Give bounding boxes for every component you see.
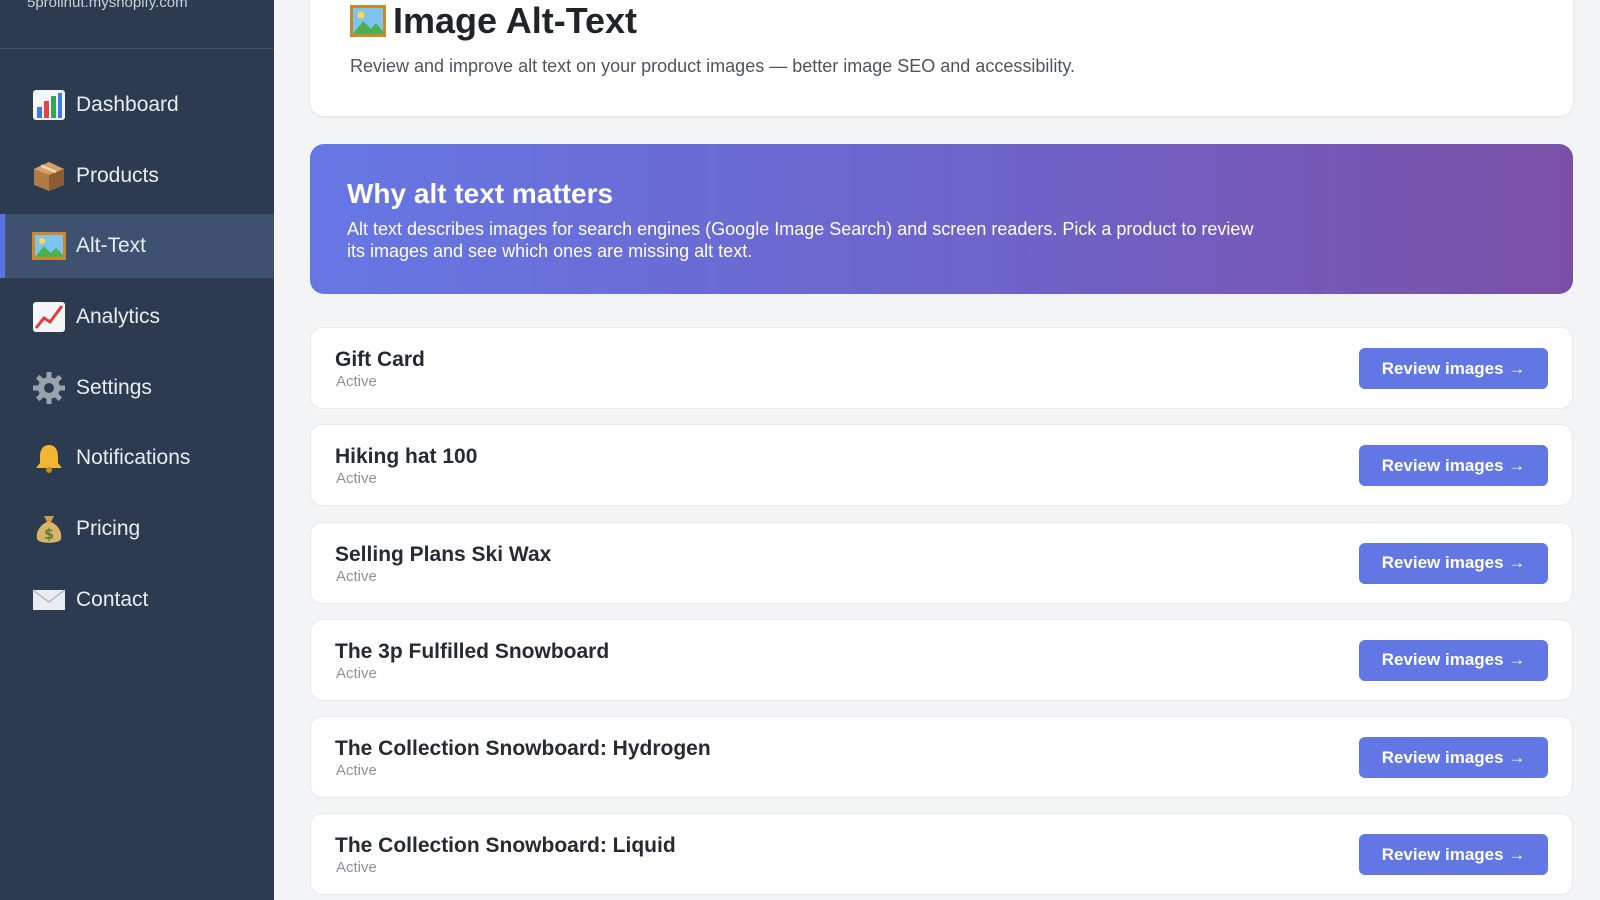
envelope-icon [31, 582, 67, 618]
sidebar-item-label: Dashboard [76, 93, 179, 116]
product-status: Active [336, 567, 377, 585]
product-name: The Collection Snowboard: Hydrogen [335, 737, 711, 761]
review-images-button[interactable]: Review images → [1359, 737, 1548, 779]
product-row: Selling Plans Ski Wax Active Review imag… [310, 521, 1573, 604]
gear-icon [31, 370, 67, 406]
product-name: Hiking hat 100 [335, 445, 478, 469]
review-images-button[interactable]: Review images → [1359, 348, 1548, 389]
bar-chart-icon [31, 87, 67, 123]
sidebar-item-settings[interactable]: Settings [0, 356, 274, 420]
sidebar-item-notifications[interactable]: Notifications [0, 426, 274, 490]
sidebar-divider [0, 48, 274, 49]
trending-up-chart-icon [31, 299, 67, 335]
review-images-button[interactable]: Review images → [1359, 639, 1548, 681]
review-images-button[interactable]: Review images → [1359, 445, 1548, 487]
page-header: Image Alt-Text Review and improve alt te… [310, 0, 1573, 116]
product-row: Hiking hat 100 Active Review images → [310, 424, 1573, 507]
product-name: The 3p Fulfilled Snowboard [335, 639, 610, 663]
sidebar-item-label: Analytics [76, 305, 161, 329]
page-title-text: Image Alt-Text [393, 0, 638, 41]
framed-picture-icon [31, 228, 67, 264]
info-banner: Why alt text matters Alt text describes … [310, 144, 1573, 294]
sidebar-item-contact[interactable]: Contact [0, 568, 274, 632]
banner-text: Alt text describes images for search eng… [347, 219, 1254, 261]
sidebar-item-pricing[interactable]: $ Pricing [0, 497, 274, 561]
sidebar-item-label: Settings [76, 375, 152, 399]
sidebar-item-analytics[interactable]: Analytics [0, 285, 274, 349]
sidebar-item-label: Notifications [76, 446, 191, 470]
sidebar: 5prolinut.myshopify.com Dashboard Produc… [0, 0, 274, 900]
product-row: The 3p Fulfilled Snowboard Active Review… [310, 618, 1573, 701]
sidebar-nav: Dashboard Products Alt-Text Analytics Se [0, 73, 274, 639]
package-icon [31, 158, 67, 194]
product-status: Active [336, 664, 377, 682]
sidebar-item-label: Products [76, 163, 159, 187]
banner-title: Why alt text matters [347, 178, 614, 209]
review-images-button[interactable]: Review images → [1359, 834, 1548, 876]
review-images-button[interactable]: Review images → [1359, 542, 1548, 584]
store-domain: 5prolinut.myshopify.com [27, 0, 188, 11]
sidebar-item-alt-text[interactable]: Alt-Text [0, 214, 274, 279]
sidebar-item-label: Alt-Text [76, 234, 147, 258]
product-row: The Collection Snowboard: Liquid Active … [310, 813, 1573, 896]
product-name: Selling Plans Ski Wax [335, 542, 552, 566]
framed-picture-icon [349, 4, 387, 38]
product-list: Gift Card Active Review images → Hiking … [310, 327, 1573, 900]
product-status: Active [336, 373, 377, 390]
sidebar-item-label: Contact [76, 587, 149, 611]
sidebar-item-dashboard[interactable]: Dashboard [0, 73, 274, 137]
sidebar-item-label: Pricing [76, 517, 141, 541]
svg-text:$: $ [44, 527, 54, 543]
page-title: Image Alt-Text [349, 0, 637, 42]
product-status: Active [336, 470, 377, 488]
bell-icon [31, 440, 67, 476]
product-name: Gift Card [335, 348, 425, 371]
page-subtitle: Review and improve alt text on your prod… [350, 56, 1076, 76]
product-row: The Collection Snowboard: Hydrogen Activ… [310, 716, 1573, 799]
product-name: The Collection Snowboard: Liquid [335, 834, 676, 858]
money-bag-icon: $ [31, 511, 67, 547]
product-status: Active [336, 762, 377, 780]
product-row: Gift Card Active Review images → [310, 327, 1573, 409]
product-status: Active [336, 859, 377, 877]
sidebar-item-products[interactable]: Products [0, 144, 274, 208]
